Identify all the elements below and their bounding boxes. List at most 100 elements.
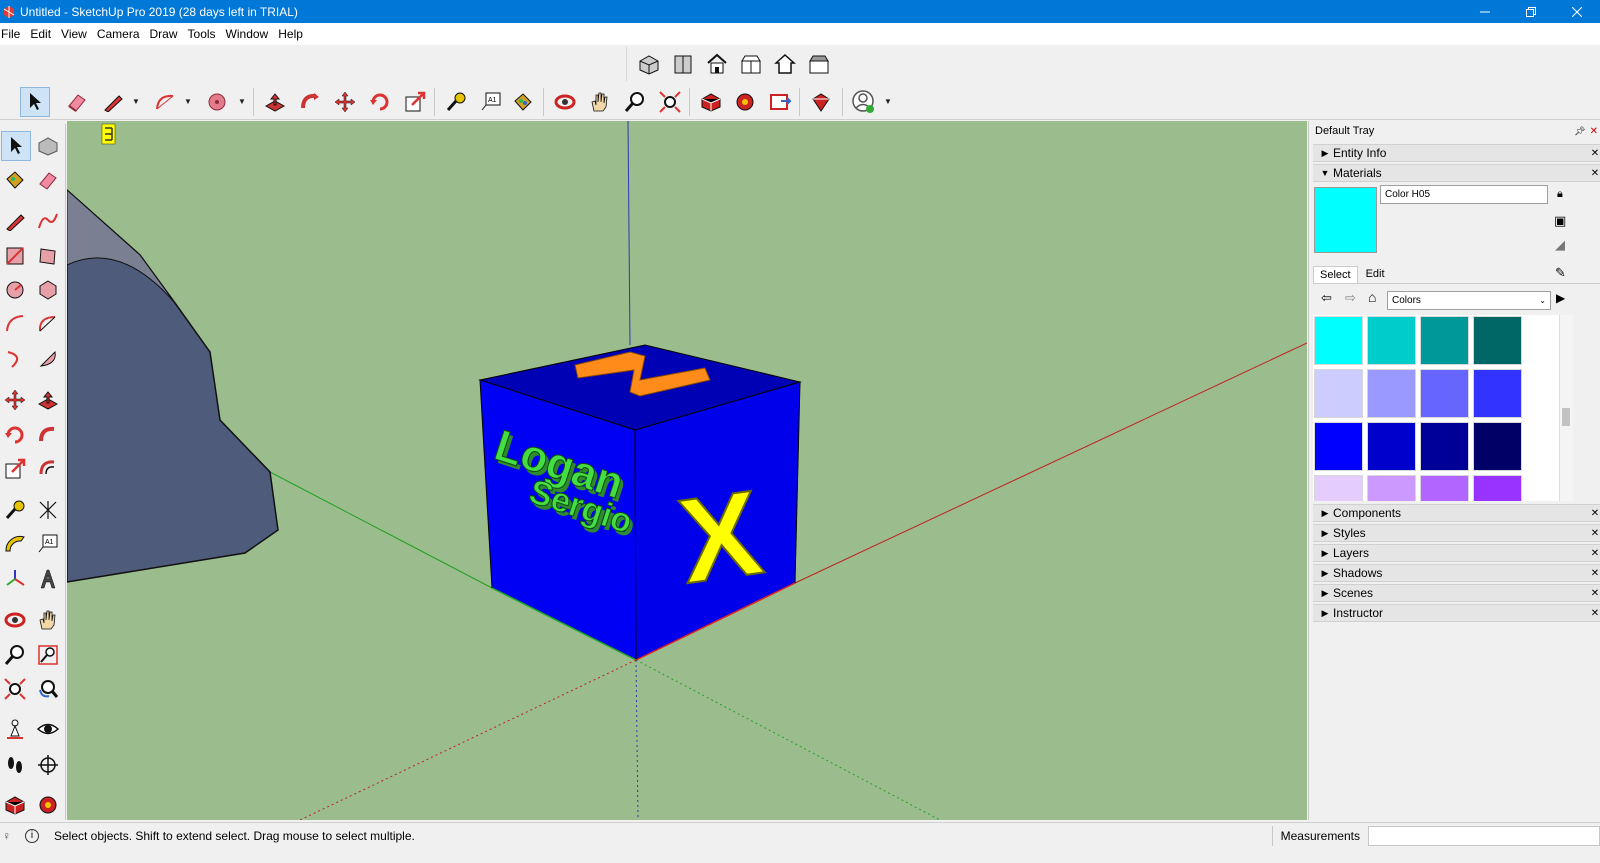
lt-circle-button[interactable] — [0, 275, 30, 305]
default-material-icon[interactable]: ◢ — [1555, 237, 1565, 253]
forward-arrow-icon[interactable]: ⇨ — [1345, 290, 1356, 306]
lt-pencil-button[interactable] — [0, 206, 30, 236]
lt-polygon-button[interactable] — [33, 275, 63, 305]
lt-protractor-button[interactable] — [0, 529, 30, 559]
lt-follow-me-button[interactable] — [33, 420, 63, 450]
shapes-tool-button[interactable] — [202, 87, 232, 117]
panel-header-layers[interactable]: ▶ Layers ✕ — [1313, 544, 1600, 562]
restore-button[interactable] — [1508, 0, 1554, 23]
line-dropdown-icon[interactable]: ▼ — [132, 97, 140, 106]
tape-measure-tool-button[interactable] — [441, 87, 471, 117]
lt-previous-view-button[interactable] — [33, 674, 63, 704]
extension-manager-button[interactable] — [806, 87, 836, 117]
lt-freehand-button[interactable] — [33, 206, 63, 236]
lt-look-around-button[interactable] — [33, 714, 63, 744]
panel-close-icon[interactable]: ✕ — [1589, 168, 1600, 179]
lt-eraser-button[interactable] — [33, 165, 63, 195]
lt-offset-button[interactable] — [33, 454, 63, 484]
geo-location-icon[interactable]: ♀ — [2, 829, 11, 843]
push-pull-tool-button[interactable] — [260, 87, 290, 117]
scene-canvas[interactable]: Logan Logan Sergio Sergio X — [67, 121, 1307, 820]
lt-walk-button[interactable] — [0, 750, 30, 780]
create-material-icon[interactable]: ▣ — [1554, 213, 1566, 229]
details-arrow-icon[interactable]: ▶ — [1556, 291, 1565, 305]
lt-position-camera-button[interactable] — [0, 714, 30, 744]
lt-orbit-button[interactable] — [0, 605, 30, 635]
lt-3d-warehouse-button[interactable] — [0, 790, 30, 820]
material-swatch[interactable] — [1367, 369, 1416, 418]
menu-tools[interactable]: Tools — [187, 27, 220, 41]
line-tool-button[interactable] — [98, 87, 128, 117]
sample-paint-icon[interactable]: ✎ — [1555, 265, 1566, 281]
panel-close-icon[interactable]: ✕ — [1589, 568, 1600, 579]
material-swatch[interactable] — [1473, 475, 1522, 501]
panel-close-icon[interactable]: ✕ — [1589, 588, 1600, 599]
material-swatch[interactable] — [1420, 369, 1469, 418]
menu-draw[interactable]: Draw — [149, 27, 182, 41]
material-swatch[interactable] — [1314, 422, 1363, 471]
lt-three-point-arc-button[interactable] — [0, 344, 30, 374]
material-swatch[interactable] — [1367, 422, 1416, 471]
layout-button[interactable] — [765, 87, 795, 117]
material-name-field[interactable] — [1380, 185, 1548, 204]
lt-pie-button[interactable] — [33, 344, 63, 374]
material-swatch[interactable] — [1314, 369, 1363, 418]
lt-section-plane-button[interactable] — [33, 750, 63, 780]
lt-select-button[interactable] — [1, 131, 31, 161]
3d-warehouse-button[interactable] — [696, 87, 726, 117]
scale-tool-button[interactable] — [400, 87, 430, 117]
iso-view-button[interactable] — [633, 49, 664, 79]
orbit-tool-button[interactable] — [550, 87, 580, 117]
panel-close-icon[interactable]: ✕ — [1589, 148, 1600, 159]
tab-select[interactable]: Select — [1313, 266, 1358, 283]
lt-make-component-button[interactable] — [33, 131, 63, 161]
material-swatch[interactable] — [1473, 316, 1522, 365]
top-view-button[interactable] — [667, 49, 698, 79]
entity-info-panel-header[interactable]: ▶ Entity Info ✕ — [1313, 144, 1600, 162]
back-view-button[interactable] — [770, 49, 801, 79]
extension-warehouse-button[interactable] — [730, 87, 760, 117]
account-button[interactable] — [849, 87, 879, 117]
materials-panel-header[interactable]: ▼ Materials ✕ — [1313, 164, 1600, 182]
lt-extension-warehouse-button[interactable] — [33, 790, 63, 820]
right-view-button[interactable] — [736, 49, 767, 79]
material-swatch[interactable] — [1473, 422, 1522, 471]
lt-rotate-button[interactable] — [0, 420, 30, 450]
panel-header-shadows[interactable]: ▶ Shadows ✕ — [1313, 564, 1600, 582]
home-icon[interactable]: ⌂ — [1368, 289, 1376, 305]
material-preview[interactable] — [1314, 187, 1377, 253]
paint-bucket-tool-button[interactable] — [508, 87, 538, 117]
lt-zoom-extents-button[interactable] — [0, 674, 30, 704]
panel-close-icon[interactable]: ✕ — [1589, 548, 1600, 559]
menu-view[interactable]: View — [60, 27, 91, 41]
arc-dropdown-icon[interactable]: ▼ — [184, 97, 192, 106]
library-dropdown[interactable]: Colors ⌄ — [1387, 291, 1551, 310]
move-tool-button[interactable] — [330, 87, 360, 117]
menu-help[interactable]: Help — [277, 27, 307, 41]
back-arrow-icon[interactable]: ⇦ — [1321, 290, 1332, 306]
lt-arc-button[interactable] — [0, 309, 30, 339]
measurements-input[interactable] — [1368, 825, 1600, 846]
lt-push-pull-button[interactable] — [33, 385, 63, 415]
lt-zoom-window-button[interactable] — [33, 640, 63, 670]
material-swatch[interactable] — [1420, 316, 1469, 365]
lt-paint-bucket-button[interactable] — [0, 165, 30, 195]
lt-pan-button[interactable] — [33, 605, 63, 635]
material-swatch[interactable] — [1420, 475, 1469, 501]
swatch-scrollbar[interactable] — [1559, 315, 1573, 501]
menu-edit[interactable]: Edit — [29, 27, 55, 41]
lt-text-button[interactable]: A1 — [33, 529, 63, 559]
lt-two-point-arc-button[interactable] — [33, 309, 63, 339]
account-dropdown-icon[interactable]: ▼ — [884, 97, 892, 106]
shapes-dropdown-icon[interactable]: ▼ — [238, 97, 246, 106]
text-tool-button[interactable]: A1 — [476, 87, 506, 117]
info-icon[interactable]: i — [25, 828, 39, 843]
zoom-tool-button[interactable] — [620, 87, 650, 117]
material-swatch[interactable] — [1314, 475, 1363, 501]
material-swatch[interactable] — [1473, 369, 1522, 418]
panel-close-icon[interactable]: ✕ — [1589, 528, 1600, 539]
tray-close-icon[interactable]: ✕ — [1590, 126, 1598, 137]
lt-dimension-button[interactable] — [33, 495, 63, 525]
panel-close-icon[interactable]: ✕ — [1589, 608, 1600, 619]
front-view-button[interactable] — [701, 49, 732, 79]
